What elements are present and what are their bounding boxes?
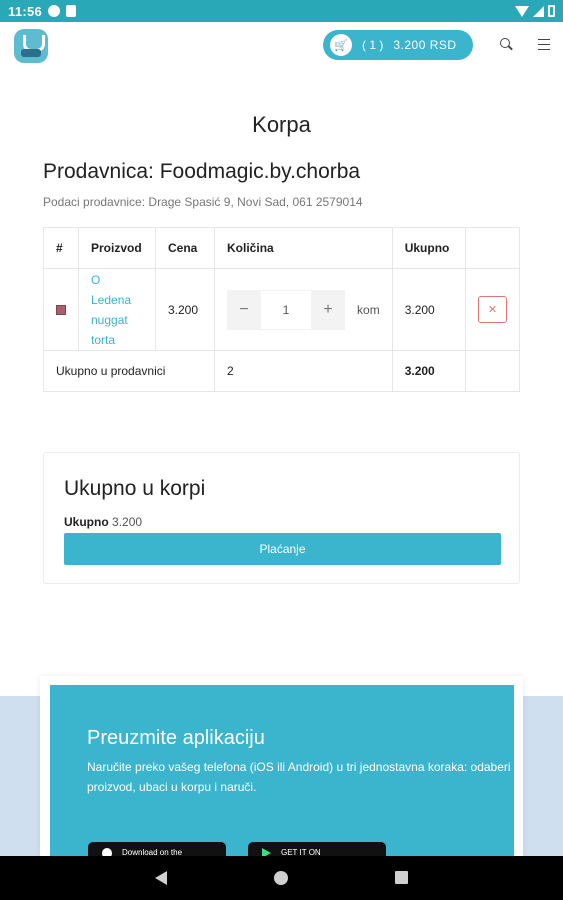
table-row: O Ledena nuggat torta 3.200 − 1 + kom 3.… [43, 268, 521, 351]
remove-cell: ✕ [464, 268, 521, 351]
shop-total-row: Ukupno u prodavnici 2 3.200 [42, 350, 521, 392]
cart-table: # Proizvod Cena Količina Ukupno O Ledena… [42, 227, 521, 392]
cart-icon: 🛒 [330, 34, 352, 56]
column-header-quantity: Količina [214, 227, 393, 269]
quantity-unit: kom [357, 302, 380, 317]
quantity-increase-button[interactable]: + [311, 289, 346, 330]
promo-title: Preuzmite aplikaciju [87, 727, 265, 749]
wifi-icon [515, 5, 529, 17]
system-nav-bar [0, 856, 563, 900]
shop-title: Prodavnica: Foodmagic.by.chorba [43, 160, 361, 183]
search-icon[interactable] [500, 38, 513, 51]
shop-info: Podaci prodavnice: Drage Spasić 9, Novi … [43, 195, 363, 209]
remove-item-button[interactable]: ✕ [477, 296, 507, 323]
summary-total-value: 3.200 [112, 515, 143, 529]
app-promo: Preuzmite aplikaciju Naručite preko vaše… [50, 685, 514, 856]
product-thumbnail-cell [43, 268, 79, 351]
summary-total-line: Ukupno 3.200 [64, 515, 142, 529]
shop-total-label: Ukupno u prodavnici [42, 350, 216, 392]
shop-total-quantity: 2 [214, 350, 393, 392]
shop-total-value: 3.200 [391, 350, 466, 392]
product-name-cell: O Ledena nuggat torta [78, 268, 156, 351]
google-play-button[interactable]: GET IT ON [248, 842, 386, 856]
cart-summary: Ukupno u korpi Ukupno 3.200 Plaćanje [43, 452, 520, 584]
menu-icon[interactable] [538, 39, 550, 50]
column-header-product: Proizvod [78, 227, 156, 269]
cart-count: ( 1 ) [362, 38, 384, 52]
home-icon[interactable] [274, 871, 288, 885]
checkout-button[interactable]: Plaćanje [64, 533, 501, 565]
status-bar: 11:56 [0, 0, 563, 22]
signal-icon [533, 5, 544, 17]
battery-icon [548, 5, 555, 17]
sim-icon [66, 5, 77, 17]
product-total: 3.200 [391, 268, 466, 351]
notification-icon [48, 5, 61, 17]
quantity-cell: − 1 + kom [214, 268, 393, 351]
app-store-button[interactable]: Download on the [88, 842, 226, 856]
cart-button[interactable]: 🛒 ( 1 ) 3.200 RSD [323, 30, 473, 60]
promo-text: Naručite preko vašeg telefona (iOS ili A… [87, 760, 511, 794]
google-play-label: GET IT ON [281, 848, 321, 856]
cart-total: 3.200 RSD [393, 38, 457, 52]
status-time: 11:56 [8, 3, 43, 19]
summary-total-label: Ukupno [64, 515, 109, 529]
summary-title: Ukupno u korpi [64, 477, 206, 500]
app-store-label: Download on the [122, 848, 183, 856]
column-header-total: Ukupno [391, 227, 466, 269]
product-price: 3.200 [154, 268, 216, 351]
page-title: Korpa [252, 112, 311, 137]
shop-total-empty [464, 350, 521, 392]
quantity-stepper: − 1 + [227, 289, 346, 330]
column-header-actions [464, 227, 521, 269]
site-header: 🛒 ( 1 ) 3.200 RSD [0, 22, 563, 70]
logo[interactable] [14, 29, 48, 63]
recent-apps-icon[interactable] [395, 871, 408, 884]
google-play-icon [262, 848, 271, 856]
quantity-input[interactable]: 1 [261, 289, 312, 330]
table-header-row: # Proizvod Cena Količina Ukupno [43, 227, 521, 269]
quantity-decrease-button[interactable]: − [227, 289, 262, 330]
column-header-index: # [43, 227, 79, 269]
product-thumbnail[interactable] [56, 304, 66, 315]
apple-icon [102, 848, 112, 856]
column-header-price: Cena [154, 227, 216, 269]
back-icon[interactable] [155, 871, 167, 885]
product-link[interactable]: O Ledena nuggat torta [91, 273, 131, 347]
